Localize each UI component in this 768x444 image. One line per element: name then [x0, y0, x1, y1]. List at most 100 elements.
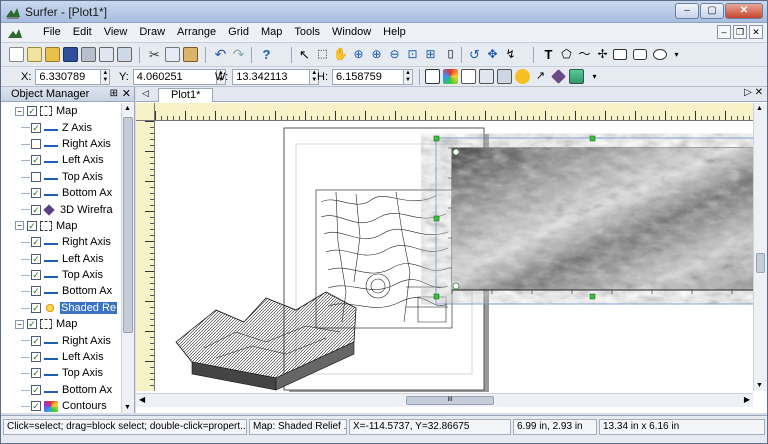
surfer-app-icon[interactable] [5, 4, 21, 20]
help-cursor-icon[interactable]: ? [259, 47, 274, 62]
trackball-icon[interactable]: ↯ [503, 47, 518, 62]
tree-item[interactable]: ✓ 3D Wirefra [1, 201, 121, 217]
object-tree-scrollbar[interactable]: ▲ ▼ [121, 103, 134, 413]
classed-post-icon[interactable] [479, 69, 494, 84]
tree-item[interactable]: Right Axis [1, 136, 121, 152]
tree-item[interactable]: Top Axis [1, 169, 121, 185]
tree-item[interactable]: − ✓ Map [1, 103, 121, 119]
zoom-in-icon[interactable]: ⊕ [369, 47, 384, 62]
visibility-checkbox[interactable]: ✓ [31, 368, 41, 379]
close-button[interactable]: ✕ [725, 3, 763, 19]
zoom-page-icon[interactable]: ⊡ [405, 47, 420, 62]
x-field[interactable]: 6.330789 [35, 69, 102, 85]
vector-map-icon[interactable]: ↗ [533, 69, 548, 84]
surface-icon[interactable] [569, 69, 584, 84]
tree-item[interactable]: ✓ Z Axis [1, 119, 121, 135]
collapse-icon[interactable]: − [15, 319, 24, 329]
scroll-down-icon[interactable]: ▼ [756, 382, 763, 389]
shaded-relief-map[interactable] [433, 135, 753, 305]
chevron-down-icon[interactable]: ▾ [587, 69, 602, 84]
tab-plot1[interactable]: Plot1* [158, 88, 214, 102]
move-icon[interactable]: ✥ [485, 47, 500, 62]
scroll-left-icon[interactable]: ◀ [139, 395, 145, 404]
collapse-icon[interactable]: − [15, 221, 24, 231]
menu-window[interactable]: Window [326, 26, 377, 38]
tree-item[interactable]: ✓ Left Axis [1, 349, 121, 365]
base-map-icon[interactable] [425, 69, 440, 84]
tree-item[interactable]: ✓ Bottom Ax [1, 382, 121, 398]
pin-icon[interactable]: ⊞ [110, 87, 118, 101]
save-icon[interactable] [63, 47, 78, 62]
polyline-icon[interactable]: 〜 [577, 47, 592, 62]
scroll-thumb[interactable] [123, 117, 133, 333]
menu-arrange[interactable]: Arrange [171, 26, 222, 38]
visibility-checkbox[interactable]: ✓ [31, 237, 41, 248]
visibility-checkbox[interactable]: ✓ [31, 401, 41, 412]
visibility-checkbox[interactable]: ✓ [27, 319, 37, 330]
tree-item[interactable]: ✓ Top Axis [1, 365, 121, 381]
canvas-horizontal-scrollbar[interactable]: ◀ III ▶ [136, 393, 753, 407]
visibility-checkbox[interactable]: ✓ [31, 384, 41, 395]
menu-map[interactable]: Map [255, 26, 288, 38]
zoom-out-icon[interactable]: ⊖ [387, 47, 402, 62]
visibility-checkbox[interactable]: ✓ [31, 286, 41, 297]
tree-item[interactable]: ✓ Shaded Re [1, 300, 121, 316]
visibility-checkbox[interactable]: ✓ [31, 270, 41, 281]
visibility-checkbox[interactable]: ✓ [27, 220, 37, 231]
export-icon[interactable] [117, 47, 132, 62]
scroll-thumb[interactable] [756, 253, 765, 273]
zoom-selected-icon[interactable]: ⊞ [423, 47, 438, 62]
rectangle-icon[interactable] [613, 49, 627, 60]
chevron-down-icon[interactable]: ▾ [669, 47, 684, 62]
menu-help[interactable]: Help [377, 26, 412, 38]
block-select-icon[interactable]: ⬚ [315, 47, 330, 62]
print-icon[interactable] [81, 47, 96, 62]
new-worksheet-icon[interactable] [27, 47, 42, 62]
menu-grid[interactable]: Grid [222, 26, 255, 38]
tree-item[interactable]: ✓ Bottom Ax [1, 283, 121, 299]
mdi-minimize-button[interactable]: – [717, 25, 731, 39]
visibility-checkbox[interactable]: ✓ [31, 352, 41, 363]
visibility-checkbox[interactable]: ✓ [31, 188, 41, 199]
menu-view[interactable]: View [98, 26, 134, 38]
minimize-button[interactable]: – [675, 3, 699, 19]
width-field[interactable]: 13.342113 [232, 69, 311, 85]
symbol-icon[interactable]: ✢ [595, 47, 610, 62]
tab-nav-icons[interactable]: ▷ ✕ [744, 87, 763, 98]
copy-icon[interactable] [165, 47, 180, 62]
shaded-relief-icon[interactable] [515, 69, 530, 84]
import-icon[interactable] [99, 47, 114, 62]
paste-icon[interactable] [183, 47, 198, 62]
cut-icon[interactable]: ✂ [147, 47, 162, 62]
y-field[interactable]: 4.060251 [132, 69, 217, 85]
contour-map-icon[interactable] [497, 69, 512, 84]
tree-item[interactable]: ✓ Left Axis [1, 251, 121, 267]
collapse-icon[interactable]: − [15, 106, 24, 116]
visibility-checkbox[interactable]: ✓ [31, 204, 41, 215]
scroll-up-icon[interactable]: ▲ [756, 105, 763, 112]
x-spinner[interactable]: ▲ ▼ [101, 69, 111, 85]
tree-item[interactable]: ✓ Right Axis [1, 332, 121, 348]
open-icon[interactable] [45, 47, 60, 62]
height-field[interactable]: 6.158759 [332, 69, 404, 85]
menu-file[interactable]: File [37, 26, 67, 38]
mdi-restore-button[interactable]: ❐ [733, 25, 747, 39]
mdi-close-button[interactable]: ✕ [749, 25, 763, 39]
zoom-rect-icon[interactable]: ⊕ [351, 47, 366, 62]
select-arrow-icon[interactable]: ↖ [297, 47, 312, 62]
pan-hand-icon[interactable]: ✋ [333, 47, 348, 62]
scroll-down-icon[interactable]: ▼ [124, 404, 131, 411]
tree-item[interactable]: ✓ Bottom Ax [1, 185, 121, 201]
scroll-thumb[interactable]: III [406, 396, 494, 405]
plot-canvas[interactable] [156, 122, 753, 392]
new-icon[interactable] [9, 47, 24, 62]
menu-edit[interactable]: Edit [67, 26, 98, 38]
rounded-rectangle-icon[interactable] [633, 49, 647, 60]
wireframe-icon[interactable] [551, 69, 566, 84]
height-spinner[interactable]: ▲ ▼ [404, 69, 413, 85]
rotate-icon[interactable]: ↺ [467, 47, 482, 62]
canvas-vertical-scrollbar[interactable]: ▲ ▼ [753, 103, 767, 391]
polygon-icon[interactable]: ⬠ [559, 47, 574, 62]
tree-item[interactable]: ✓ Right Axis [1, 234, 121, 250]
tree-item[interactable]: − ✓ Map [1, 316, 121, 332]
